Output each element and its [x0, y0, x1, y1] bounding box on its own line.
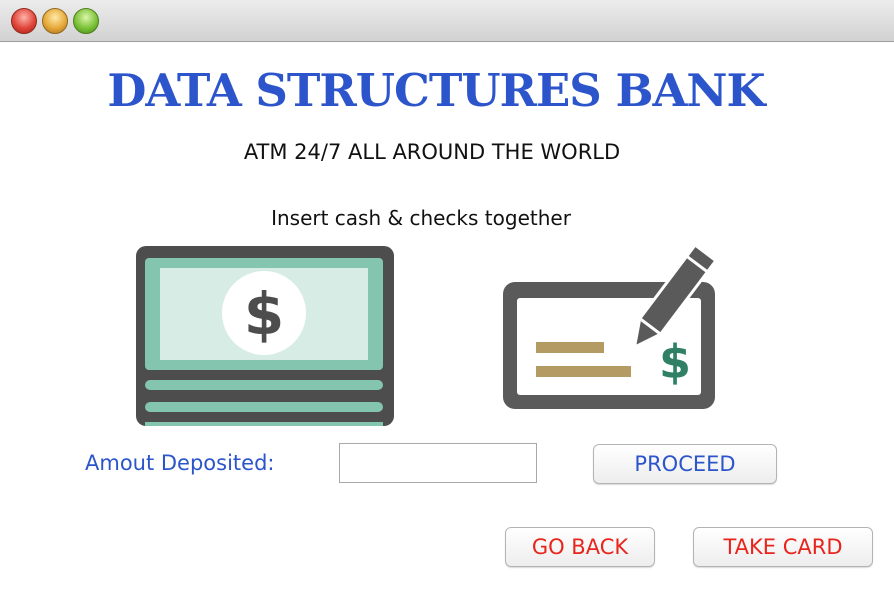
amount-deposited-input[interactable] — [339, 443, 537, 483]
cash-stack-icon: $ — [136, 246, 394, 426]
deposit-instruction: Insert cash & checks together — [271, 206, 571, 230]
proceed-button-label: PROCEED — [634, 452, 736, 476]
zoom-window-button[interactable] — [73, 8, 99, 34]
close-window-button[interactable] — [11, 8, 37, 34]
go-back-button-label: GO BACK — [531, 535, 629, 559]
minimize-window-button[interactable] — [42, 8, 68, 34]
bank-subtitle: ATM 24/7 ALL AROUND THE WORLD — [243, 140, 621, 164]
window-titlebar — [0, 0, 894, 42]
cash-dollar-sign: $ — [244, 280, 284, 348]
take-card-button[interactable]: TAKE CARD — [693, 527, 873, 567]
amount-deposited-label: Amout Deposited: — [85, 451, 275, 475]
bank-title: DATA STRUCTURES BANK — [107, 64, 765, 117]
take-card-button-label: TAKE CARD — [723, 535, 843, 559]
go-back-button[interactable]: GO BACK — [505, 527, 655, 567]
check-with-pen-icon: $ — [503, 245, 715, 409]
proceed-button[interactable]: PROCEED — [593, 444, 777, 484]
check-dollar-sign: $ — [659, 335, 691, 389]
